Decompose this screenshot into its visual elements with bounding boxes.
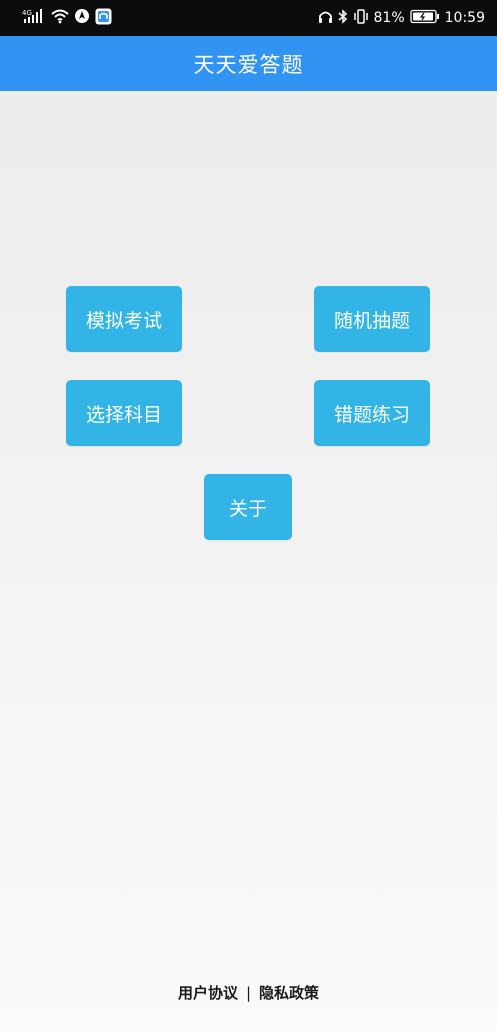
app-notification-icon xyxy=(95,8,112,29)
user-agreement-link[interactable]: 用户协议 xyxy=(178,984,238,1002)
wrong-practice-button[interactable]: 错题练习 xyxy=(314,380,430,446)
page-title: 天天爱答题 xyxy=(193,52,304,77)
about-button[interactable]: 关于 xyxy=(204,474,292,540)
status-left: 4G xyxy=(22,8,112,29)
status-bar: 4G 81% 10:59 xyxy=(0,0,497,36)
choose-subject-button[interactable]: 选择科目 xyxy=(66,380,182,446)
battery-icon xyxy=(409,9,440,28)
app-bar: 天天爱答题 xyxy=(0,36,497,91)
random-question-button[interactable]: 随机抽题 xyxy=(314,286,430,352)
headphones-icon xyxy=(318,9,333,28)
wifi-icon xyxy=(51,8,69,28)
mock-exam-button[interactable]: 模拟考试 xyxy=(66,286,182,352)
privacy-policy-link[interactable]: 隐私政策 xyxy=(259,984,319,1002)
footer: 用户协议 | 隐私政策 xyxy=(0,982,497,1003)
vibrate-icon xyxy=(353,8,369,28)
clock: 10:59 xyxy=(444,10,485,26)
svg-text:4G: 4G xyxy=(22,9,32,17)
signal-icon: 4G xyxy=(22,8,46,28)
location-icon xyxy=(74,8,90,28)
app-screen: 4G 81% 10:59 天天爱答题 模拟考试 随机抽题 选择科目 错题练习 关… xyxy=(0,0,497,1031)
battery-percent: 81% xyxy=(373,10,405,26)
footer-separator: | xyxy=(245,984,252,1002)
status-right: 81% 10:59 xyxy=(318,8,485,28)
bluetooth-icon xyxy=(338,8,348,28)
